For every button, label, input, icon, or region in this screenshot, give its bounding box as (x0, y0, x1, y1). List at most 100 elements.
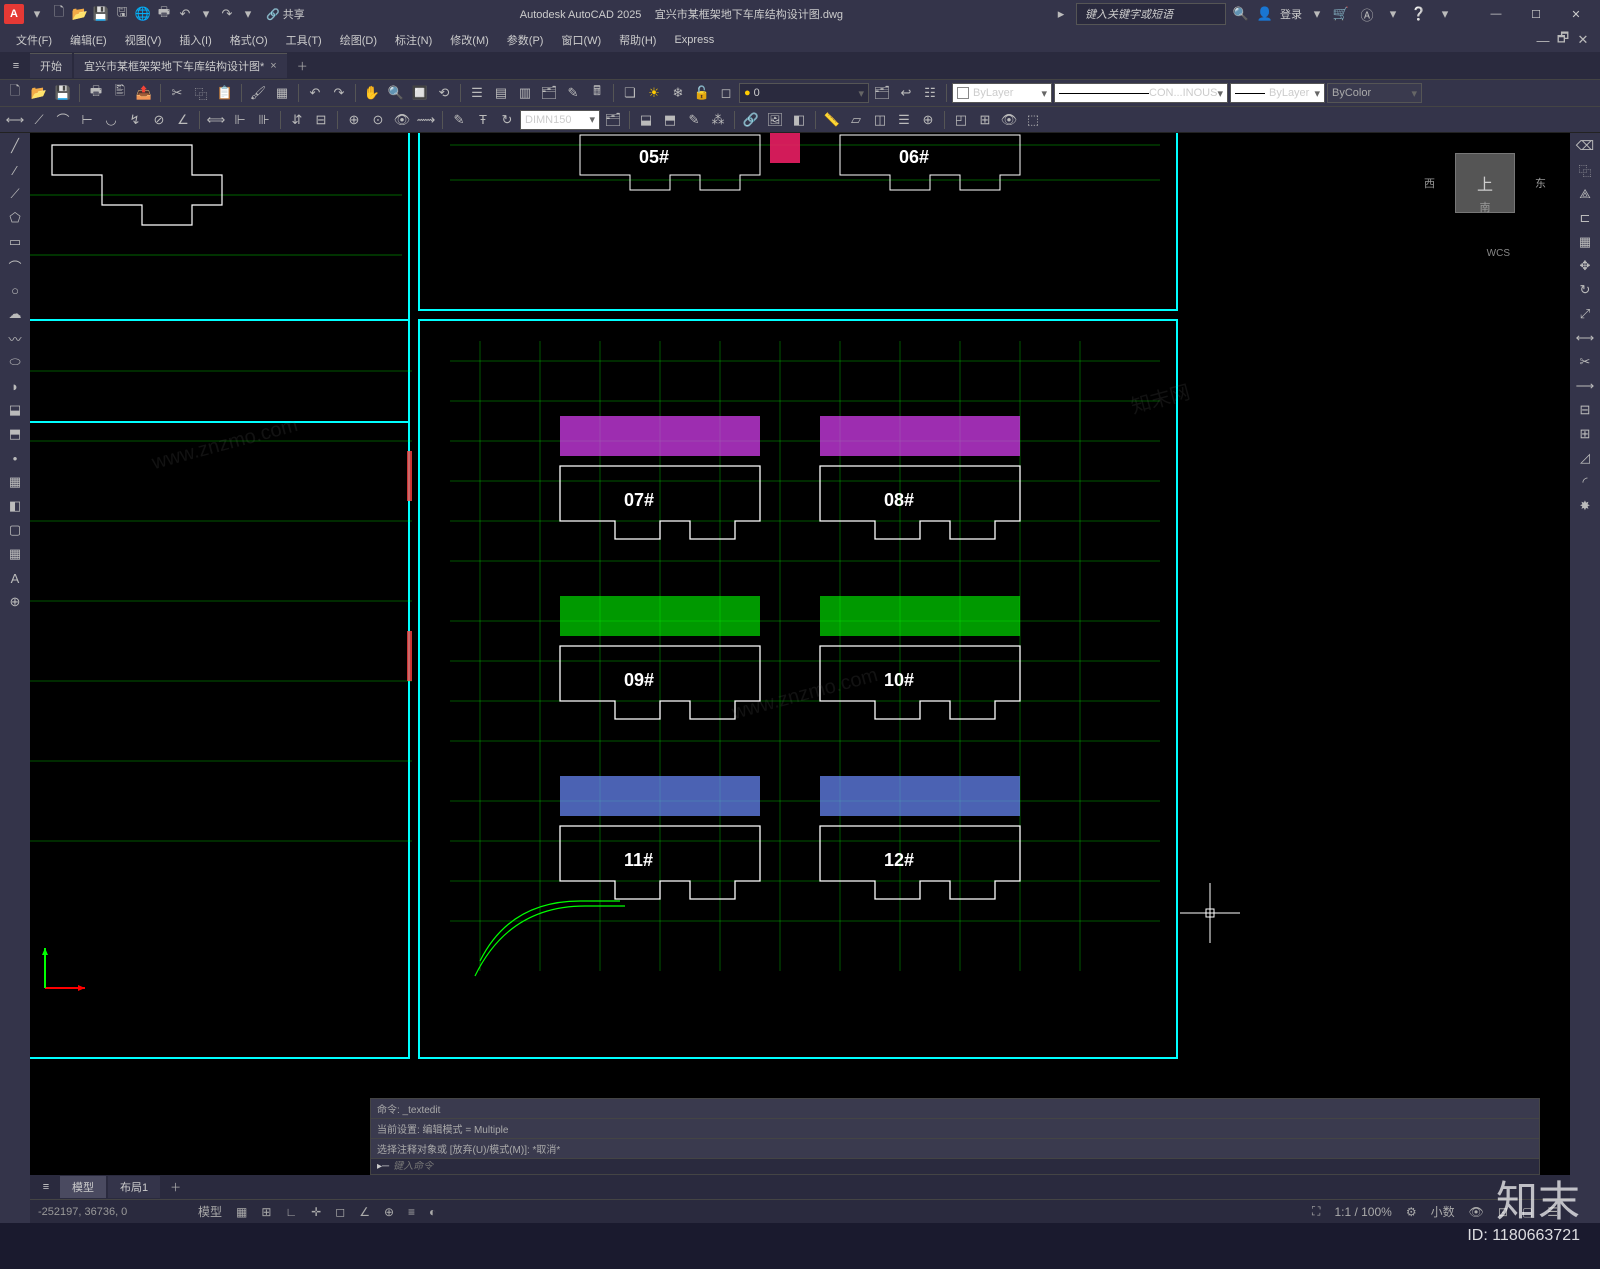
dim-baseline-icon[interactable]: ⊩ (229, 109, 251, 131)
open-icon[interactable]: 📂 (71, 5, 89, 23)
undo2-icon[interactable]: ↶ (304, 82, 326, 104)
snap-toggle-icon[interactable]: ⊞ (257, 1203, 275, 1221)
dim-update-icon[interactable]: ↻ (496, 109, 518, 131)
array-icon[interactable]: ▦ (1573, 231, 1597, 253)
trim-icon[interactable]: ✂ (1573, 351, 1597, 373)
region2-icon[interactable]: ▢ (3, 519, 27, 541)
maximize-button[interactable]: ☐ (1516, 0, 1556, 28)
status-coordinates[interactable]: -252197, 36736, 0 (38, 1206, 188, 1218)
markup-icon[interactable]: ✎ (562, 82, 584, 104)
hardware-accel-icon[interactable]: ⊡ (1494, 1203, 1512, 1221)
image-icon[interactable]: 🖼 (764, 109, 786, 131)
viewcube-east[interactable]: 东 (1535, 175, 1546, 191)
autodesk-app-icon[interactable]: Ⓐ (1358, 5, 1376, 23)
edit-block-icon[interactable]: ✎ (683, 109, 705, 131)
move-icon[interactable]: ✥ (1573, 255, 1597, 277)
info-drop-icon[interactable]: ▾ (1384, 5, 1402, 23)
menu-param[interactable]: 参数(P) (499, 29, 552, 51)
layer-iso-icon[interactable]: 🗂 (871, 82, 893, 104)
point-icon[interactable]: • (3, 447, 27, 469)
color-selector[interactable]: ByLayer ▾ (952, 83, 1052, 103)
child-min-icon[interactable]: — (1534, 31, 1552, 49)
named-views-icon[interactable]: 👁 (998, 109, 1020, 131)
3dviews-icon[interactable]: ⬚ (1022, 109, 1044, 131)
app-menu-dropdown-icon[interactable]: ▾ (28, 5, 46, 23)
menu-dim[interactable]: 标注(N) (387, 29, 440, 51)
dim-diameter-icon[interactable]: ⊘ (148, 109, 170, 131)
app-logo[interactable]: A (4, 4, 24, 24)
viewcube[interactable]: 北 西 上 东 南 (1440, 143, 1530, 223)
dimstyle-manager-icon[interactable]: 🗂 (602, 109, 624, 131)
extend-icon[interactable]: ⟶ (1573, 375, 1597, 397)
dim-aligned-icon[interactable]: ⟋ (28, 109, 50, 131)
dim-quick-icon[interactable]: ⟺ (205, 109, 227, 131)
create-block-icon[interactable]: ⬒ (659, 109, 681, 131)
help-icon[interactable]: ❔ (1410, 5, 1428, 23)
polar-toggle-icon[interactable]: ✛ (307, 1203, 325, 1221)
field-icon[interactable]: ◧ (788, 109, 810, 131)
search-icon[interactable]: 🔍 (1232, 5, 1250, 23)
layout-menu-icon[interactable]: ≡ (34, 1175, 58, 1199)
layer-color-icon[interactable]: ◻ (715, 82, 737, 104)
status-model-button[interactable]: 模型 (194, 1201, 226, 1222)
plot-icon[interactable]: 🖶 (155, 5, 173, 23)
new-icon[interactable]: 🗋 (50, 5, 68, 23)
anno-scale-icon[interactable]: ⛶ (1308, 1202, 1324, 1221)
title-search-dropdown-icon[interactable]: ▸ (1052, 5, 1070, 23)
zoom-level[interactable]: 1:1 / 100% (1330, 1203, 1395, 1221)
dcenter-icon[interactable]: ▤ (490, 82, 512, 104)
redo-icon[interactable]: ↷ (218, 5, 236, 23)
command-input[interactable] (393, 1161, 1533, 1172)
units-button[interactable]: 小数 (1427, 1201, 1459, 1222)
cart-icon[interactable]: 🛒 (1332, 5, 1350, 23)
gear-icon[interactable]: ⚙ (1402, 1203, 1421, 1221)
menu-express[interactable]: Express (666, 31, 722, 49)
new-file-icon[interactable]: 🗋 (4, 82, 26, 104)
osnap-toggle-icon[interactable]: ◻ (331, 1203, 349, 1221)
viewport-icon[interactable]: ⊞ (974, 109, 996, 131)
revcloud-icon[interactable]: ☁ (3, 303, 27, 325)
addselected-icon[interactable]: ⊕ (3, 591, 27, 613)
viewcube-west[interactable]: 西 (1424, 175, 1435, 191)
customize-icon[interactable]: ☰ (1543, 1203, 1562, 1221)
help-search-input[interactable]: 键入关键字或短语 (1076, 3, 1226, 25)
menu-insert[interactable]: 插入(I) (171, 29, 219, 51)
properties-icon[interactable]: ☰ (466, 82, 488, 104)
lwt-toggle-icon[interactable]: ≡ (404, 1203, 419, 1221)
menu-view[interactable]: 视图(V) (117, 29, 170, 51)
isolate-icon[interactable]: 👁 (1465, 1203, 1488, 1221)
table-icon[interactable]: ▦ (3, 543, 27, 565)
tab-close-icon[interactable]: × (270, 60, 276, 72)
viewcube-south[interactable]: 南 (1480, 199, 1491, 215)
zoom-prev-icon[interactable]: ⟲ (433, 82, 455, 104)
open-file-icon[interactable]: 📂 (28, 82, 50, 104)
zoom-realtime-icon[interactable]: 🔍 (385, 82, 407, 104)
copy-icon[interactable]: ⿻ (190, 82, 212, 104)
layer-prev-icon[interactable]: ↩ (895, 82, 917, 104)
user-icon[interactable]: 👤 (1256, 5, 1274, 23)
gradient-icon[interactable]: ◧ (3, 495, 27, 517)
close-button[interactable]: ✕ (1556, 0, 1596, 28)
layer-sun-icon[interactable]: ☀ (643, 82, 665, 104)
locate-icon[interactable]: ⊕ (917, 109, 939, 131)
dim-continue-icon[interactable]: ⊪ (253, 109, 275, 131)
sheet-set-icon[interactable]: 🗂 (538, 82, 560, 104)
dyn-toggle-icon[interactable]: ⊕ (380, 1203, 398, 1221)
inspect-icon[interactable]: 👁 (391, 109, 413, 131)
tab-document[interactable]: 宜兴市某框架架地下车库结构设计图* × (74, 53, 287, 78)
circle-icon[interactable]: ○ (3, 279, 27, 301)
tabbar-menu-icon[interactable]: ≡ (4, 54, 28, 78)
menu-edit[interactable]: 编辑(E) (62, 29, 115, 51)
pan-icon[interactable]: ✋ (361, 82, 383, 104)
redo-drop-icon[interactable]: ▾ (239, 5, 257, 23)
xline-icon[interactable]: ∕ (3, 159, 27, 181)
make-block-icon[interactable]: ⬒ (3, 423, 27, 445)
tool-palettes-icon[interactable]: ▥ (514, 82, 536, 104)
quickcalc-icon[interactable]: 🖩 (586, 82, 608, 104)
tolerance-icon[interactable]: ⊕ (343, 109, 365, 131)
break-icon[interactable]: ⊟ (1573, 399, 1597, 421)
login-button[interactable]: 登录 (1280, 6, 1302, 22)
menu-draw[interactable]: 绘图(D) (332, 29, 385, 51)
redo2-icon[interactable]: ↷ (328, 82, 350, 104)
tab-new-icon[interactable]: ＋ (289, 54, 316, 78)
